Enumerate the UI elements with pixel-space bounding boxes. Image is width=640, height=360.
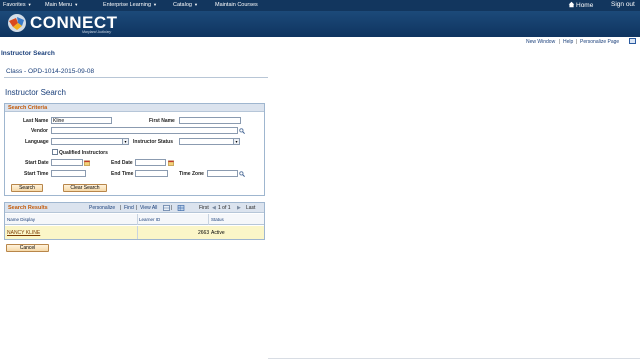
page-title: Instructor Search bbox=[1, 50, 55, 57]
learner-id-cell: 2663 bbox=[198, 230, 210, 236]
last-link[interactable]: Last bbox=[246, 205, 255, 211]
vendor-label: Vendor bbox=[31, 128, 48, 134]
nav-favorites-label: Favorites bbox=[3, 2, 26, 8]
util-separator: | bbox=[576, 39, 578, 45]
time-zone-label: Time Zone bbox=[179, 171, 204, 177]
end-time-label: End Time bbox=[111, 171, 134, 177]
nav-enterprise-learning-label: Enterprise Learning bbox=[103, 2, 152, 8]
separator: | bbox=[136, 205, 138, 211]
nav-main-menu[interactable]: Main Menu ▼ bbox=[45, 2, 78, 8]
search-button[interactable]: Search bbox=[11, 184, 43, 192]
chevron-down-icon: ▾ bbox=[233, 139, 239, 144]
first-name-input[interactable] bbox=[179, 117, 241, 124]
column-header-status[interactable]: Status bbox=[211, 217, 224, 222]
first-link[interactable]: First bbox=[199, 205, 209, 211]
search-icon[interactable] bbox=[239, 128, 245, 134]
instructor-status-label: Instructor Status bbox=[133, 139, 174, 145]
start-time-label: Start Time bbox=[24, 171, 49, 177]
search-criteria-panel: Search Criteria Last Name First Name Ven… bbox=[4, 103, 265, 196]
prev-arrow-icon[interactable]: ◀ bbox=[212, 205, 216, 211]
last-name-label: Last Name bbox=[23, 118, 49, 124]
end-date-input[interactable] bbox=[135, 159, 166, 166]
language-select[interactable]: ▾ bbox=[51, 138, 129, 145]
search-criteria-header: Search Criteria bbox=[5, 104, 264, 112]
cancel-button[interactable]: Cancel bbox=[6, 244, 49, 252]
instructor-status-select[interactable]: ▾ bbox=[179, 138, 240, 145]
end-time-input[interactable] bbox=[135, 170, 168, 177]
nav-catalog[interactable]: Catalog ▼ bbox=[173, 2, 198, 8]
nav-main-menu-label: Main Menu bbox=[45, 2, 73, 8]
nav-catalog-label: Catalog bbox=[173, 2, 192, 8]
search-results-title: Search Results bbox=[8, 205, 48, 211]
section-title: Instructor Search bbox=[5, 88, 66, 97]
search-results-header: Search Results Personalize | Find | View… bbox=[5, 203, 264, 213]
divider bbox=[268, 358, 640, 359]
search-icon[interactable] bbox=[239, 171, 245, 177]
language-label: Language bbox=[25, 139, 49, 145]
start-date-input[interactable] bbox=[51, 159, 83, 166]
download-icon[interactable] bbox=[177, 205, 185, 211]
column-divider bbox=[137, 214, 138, 225]
nav-favorites[interactable]: Favorites ▼ bbox=[3, 2, 32, 8]
page-range: 1 of 1 bbox=[218, 205, 231, 211]
start-date-label: Start Date bbox=[25, 160, 49, 166]
personalize-page-link[interactable]: Personalize Page bbox=[580, 39, 619, 45]
chevron-down-icon: ▼ bbox=[27, 2, 32, 7]
home-link[interactable]: Home bbox=[568, 1, 593, 9]
next-arrow-icon[interactable]: ▶ bbox=[237, 205, 241, 211]
divider bbox=[4, 77, 268, 78]
column-header-name-display[interactable]: Name Display bbox=[7, 217, 35, 222]
find-link[interactable]: Find bbox=[124, 205, 134, 211]
nav-maintain-courses[interactable]: Maintain Courses bbox=[215, 2, 258, 8]
zoom-grid-icon[interactable] bbox=[163, 205, 170, 211]
calendar-icon[interactable] bbox=[168, 160, 174, 166]
connect-logo-icon bbox=[8, 14, 26, 32]
brand-subtitle: Maryland Judiciary bbox=[82, 30, 112, 34]
home-label: Home bbox=[576, 2, 594, 9]
search-results-grid: Search Results Personalize | Find | View… bbox=[4, 202, 265, 240]
signout-link[interactable]: Sign out bbox=[611, 1, 635, 8]
separator: | bbox=[171, 205, 173, 211]
first-name-label: First Name bbox=[149, 118, 175, 124]
nav-enterprise-learning[interactable]: Enterprise Learning ▼ bbox=[103, 2, 157, 8]
qualified-instructors-label: Qualified Instructors bbox=[59, 150, 108, 156]
new-window-link[interactable]: New Window bbox=[526, 39, 555, 45]
help-link[interactable]: Help bbox=[563, 39, 573, 45]
start-time-input[interactable] bbox=[51, 170, 86, 177]
qualified-instructors-checkbox[interactable] bbox=[52, 149, 58, 155]
page-options-icon[interactable] bbox=[629, 38, 636, 44]
chevron-down-icon: ▾ bbox=[122, 139, 128, 144]
vendor-input[interactable] bbox=[51, 127, 238, 134]
table-row[interactable]: NANCY KLINE 2663 Active bbox=[5, 226, 264, 239]
status-cell: Active bbox=[211, 230, 225, 236]
top-nav-bar: Favorites ▼ Main Menu ▼ Enterprise Learnin… bbox=[0, 0, 640, 11]
last-name-input[interactable] bbox=[51, 117, 112, 124]
time-zone-input[interactable] bbox=[207, 170, 238, 177]
column-divider bbox=[137, 226, 138, 239]
column-divider bbox=[208, 214, 209, 225]
calendar-icon[interactable] bbox=[84, 160, 90, 166]
column-header-learner-id[interactable]: Learner ID bbox=[139, 217, 160, 222]
home-icon bbox=[568, 1, 575, 8]
personalize-link[interactable]: Personalize bbox=[89, 205, 115, 211]
search-criteria-title: Search Criteria bbox=[8, 105, 48, 111]
end-date-label: End Date bbox=[111, 160, 133, 166]
util-separator: | bbox=[559, 39, 561, 45]
results-column-headers: Name Display Learner ID Status bbox=[5, 214, 264, 225]
view-all-link[interactable]: View All bbox=[140, 205, 157, 211]
class-label: Class - OPD-1014-2015-09-08 bbox=[6, 68, 95, 75]
instructor-name-link[interactable]: NANCY KLINE bbox=[7, 230, 40, 236]
chevron-down-icon: ▼ bbox=[74, 2, 79, 7]
clear-search-button[interactable]: Clear Search bbox=[63, 184, 107, 192]
chevron-down-icon: ▼ bbox=[153, 2, 157, 7]
separator: | bbox=[120, 205, 122, 211]
chevron-down-icon: ▼ bbox=[193, 2, 198, 7]
